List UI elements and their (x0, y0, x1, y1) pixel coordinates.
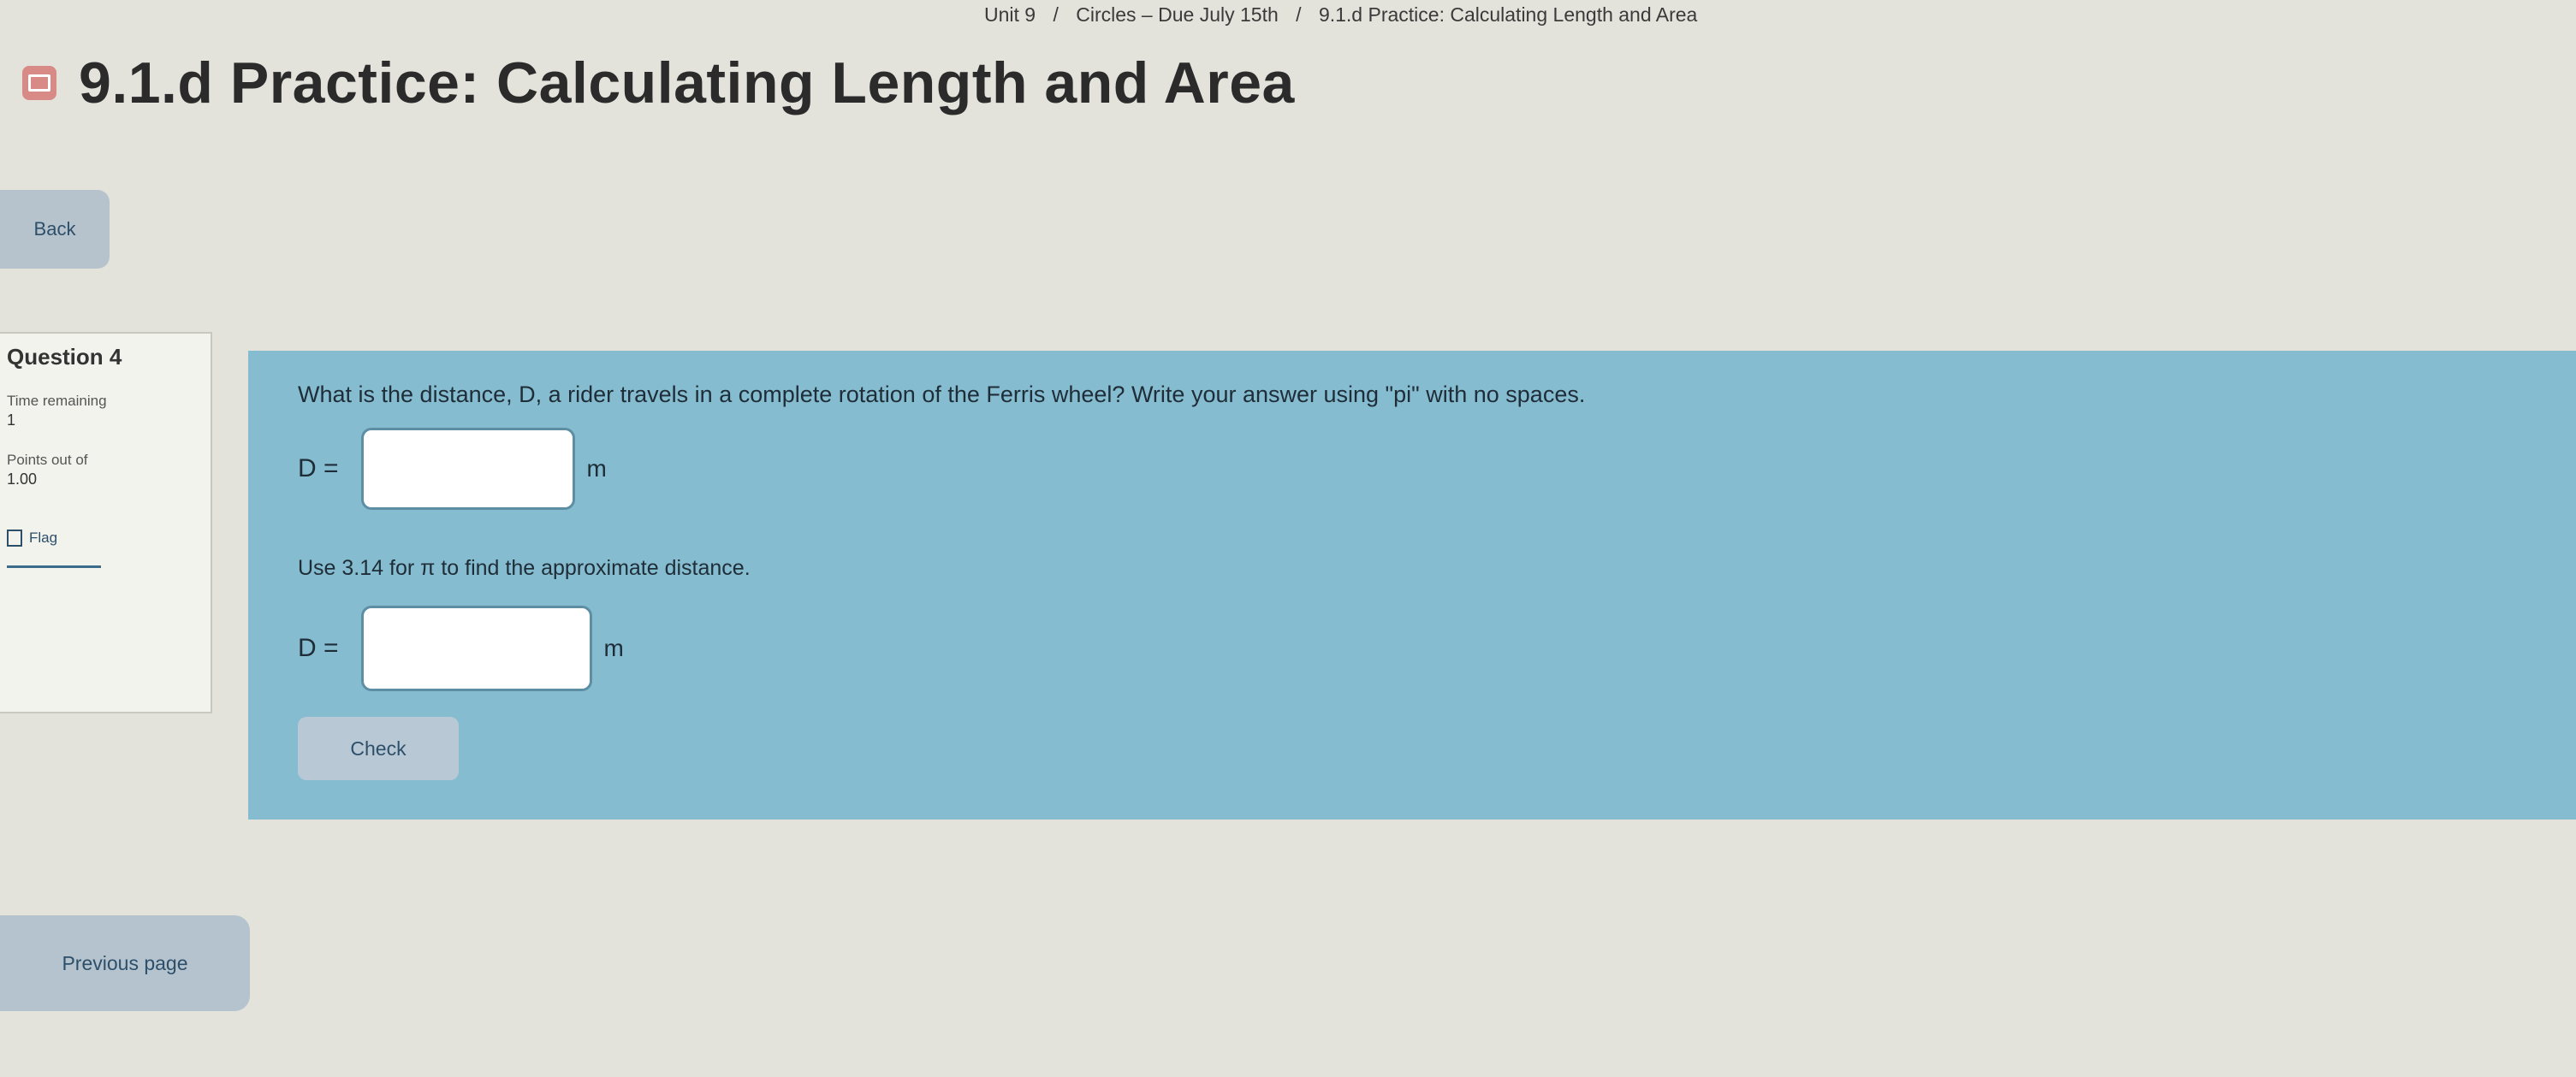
breadcrumb-separator: / (1296, 3, 1302, 26)
approximation-instruction: Use 3.14 for π to find the approximate d… (298, 556, 751, 580)
answer-unit: m (603, 635, 624, 661)
breadcrumb-lesson[interactable]: Circles – Due July 15th (1076, 3, 1279, 26)
question-panel: What is the distance, D, a rider travels… (248, 351, 2576, 820)
approximate-answer-input[interactable] (360, 606, 592, 691)
previous-page-button[interactable]: Previous page (0, 915, 250, 1011)
page-title: 9.1.d Practice: Calculating Length and A… (79, 50, 1295, 115)
flag-icon (7, 530, 22, 547)
answer-row-approx: D = m (298, 606, 624, 691)
page: Unit 9 / Circles – Due July 15th / 9.1.d… (0, 0, 2576, 1077)
flag-label: Flag (29, 530, 58, 546)
question-info-panel: Question 4 Time remaining 1 Points out o… (0, 332, 212, 713)
answer-variable: D = (298, 454, 339, 482)
answer-row-exact: D = m (298, 428, 607, 510)
time-remaining-value: 1 (7, 411, 16, 429)
breadcrumb-separator: / (1053, 3, 1059, 26)
exact-answer-input[interactable] (360, 428, 575, 510)
flag-question-button[interactable]: Flag (7, 530, 204, 547)
check-button[interactable]: Check (298, 717, 459, 780)
question-text: What is the distance, D, a rider travels… (298, 382, 1586, 407)
time-remaining-label: Time remaining (7, 393, 107, 409)
question-number: Question 4 (7, 344, 122, 370)
breadcrumb-current: 9.1.d Practice: Calculating Length and A… (1318, 3, 1698, 26)
points-label: Points out of (7, 452, 88, 468)
back-button[interactable]: Back (0, 190, 110, 269)
answer-unit: m (586, 455, 607, 482)
breadcrumb-unit[interactable]: Unit 9 (984, 3, 1036, 26)
title-row: 9.1.d Practice: Calculating Length and A… (22, 50, 1295, 116)
points-value: 1.00 (7, 470, 38, 488)
answer-variable: D = (298, 634, 339, 662)
breadcrumb: Unit 9 / Circles – Due July 15th / 9.1.d… (984, 3, 1697, 27)
divider (7, 565, 101, 568)
quiz-icon (22, 66, 56, 100)
